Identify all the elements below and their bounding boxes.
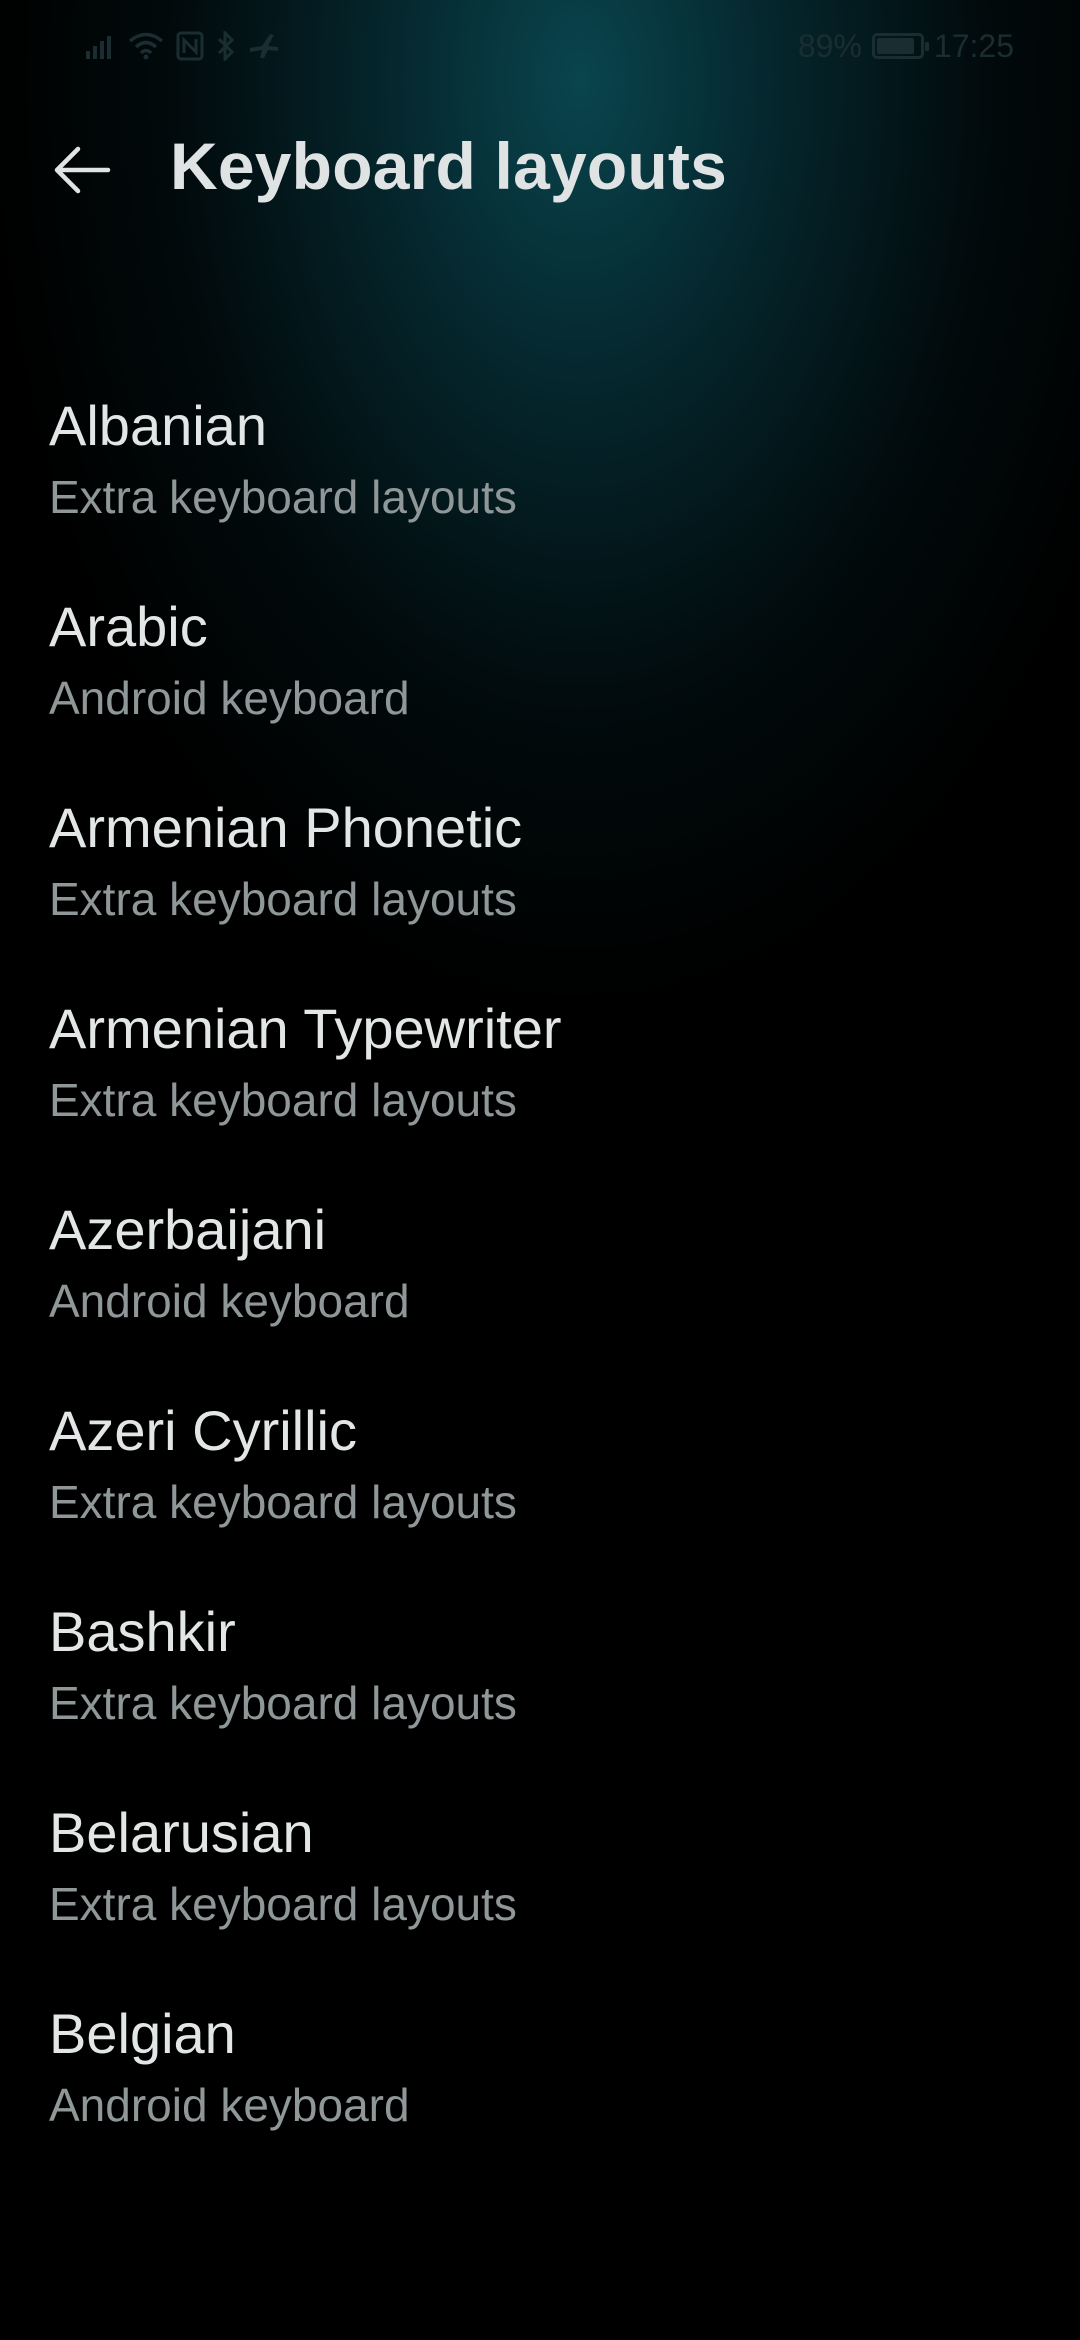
list-item[interactable]: Belarusian Extra keyboard layouts: [0, 1792, 1080, 1993]
layout-source: Extra keyboard layouts: [49, 1878, 517, 1930]
layout-name: Armenian Phonetic: [49, 796, 523, 859]
layout-source: Android keyboard: [49, 1275, 410, 1327]
list-item[interactable]: Belgian Android keyboard: [0, 1993, 1080, 2194]
layout-name: Belgian: [49, 2002, 236, 2065]
wifi-icon: [128, 32, 164, 60]
list-item[interactable]: Arabic Android keyboard: [0, 586, 1080, 787]
list-item[interactable]: Azeri Cyrillic Extra keyboard layouts: [0, 1390, 1080, 1591]
app-bar: Keyboard layouts: [0, 110, 1080, 220]
battery-level: [876, 38, 915, 54]
layout-source: Extra keyboard layouts: [49, 1074, 517, 1126]
list-item[interactable]: Armenian Phonetic Extra keyboard layouts: [0, 787, 1080, 988]
list-item-partial[interactable]: ​: [0, 2200, 1080, 2220]
battery-icon: [871, 33, 929, 59]
status-bar: 89% 17:25: [0, 0, 1080, 90]
keyboard-layout-list: Albanian Extra keyboard layouts Arabic A…: [0, 385, 1080, 2194]
airplane-icon: [248, 32, 280, 60]
layout-name: Armenian Typewriter: [49, 997, 562, 1060]
status-icons: [86, 28, 280, 64]
layout-name: Azeri Cyrillic: [49, 1399, 357, 1462]
layout-name: Albanian: [49, 394, 267, 457]
layout-source: Extra keyboard layouts: [49, 1677, 517, 1729]
status-right: 89% 17:25: [798, 26, 1014, 66]
back-button[interactable]: [40, 130, 124, 214]
list-item[interactable]: Bashkir Extra keyboard layouts: [0, 1591, 1080, 1792]
list-item[interactable]: Armenian Typewriter Extra keyboard layou…: [0, 988, 1080, 1189]
layout-name: Azerbaijani: [49, 1198, 327, 1261]
list-item[interactable]: Albanian Extra keyboard layouts: [0, 385, 1080, 586]
layout-source: Extra keyboard layouts: [49, 471, 517, 523]
screen: 89% 17:25 Keyboard layouts Albanian Extr…: [0, 0, 1080, 2340]
signal-icon: [86, 33, 116, 59]
layout-name: Arabic: [49, 595, 208, 658]
nfc-icon: [176, 31, 204, 61]
layout-source: Extra keyboard layouts: [49, 873, 517, 925]
layout-source: Extra keyboard layouts: [49, 1476, 517, 1528]
list-item[interactable]: Azerbaijani Android keyboard: [0, 1189, 1080, 1390]
arrow-left-icon: [52, 144, 112, 201]
layout-source: Android keyboard: [49, 2079, 410, 2131]
layout-name: Bashkir: [49, 1600, 236, 1663]
battery-percent: 89%: [797, 27, 862, 64]
page-title: Keyboard layouts: [170, 129, 728, 203]
bluetooth-icon: [216, 31, 236, 61]
layout-source: Android keyboard: [49, 672, 410, 724]
clock: 17:25: [933, 27, 1014, 64]
layout-name: Belarusian: [49, 1801, 314, 1864]
